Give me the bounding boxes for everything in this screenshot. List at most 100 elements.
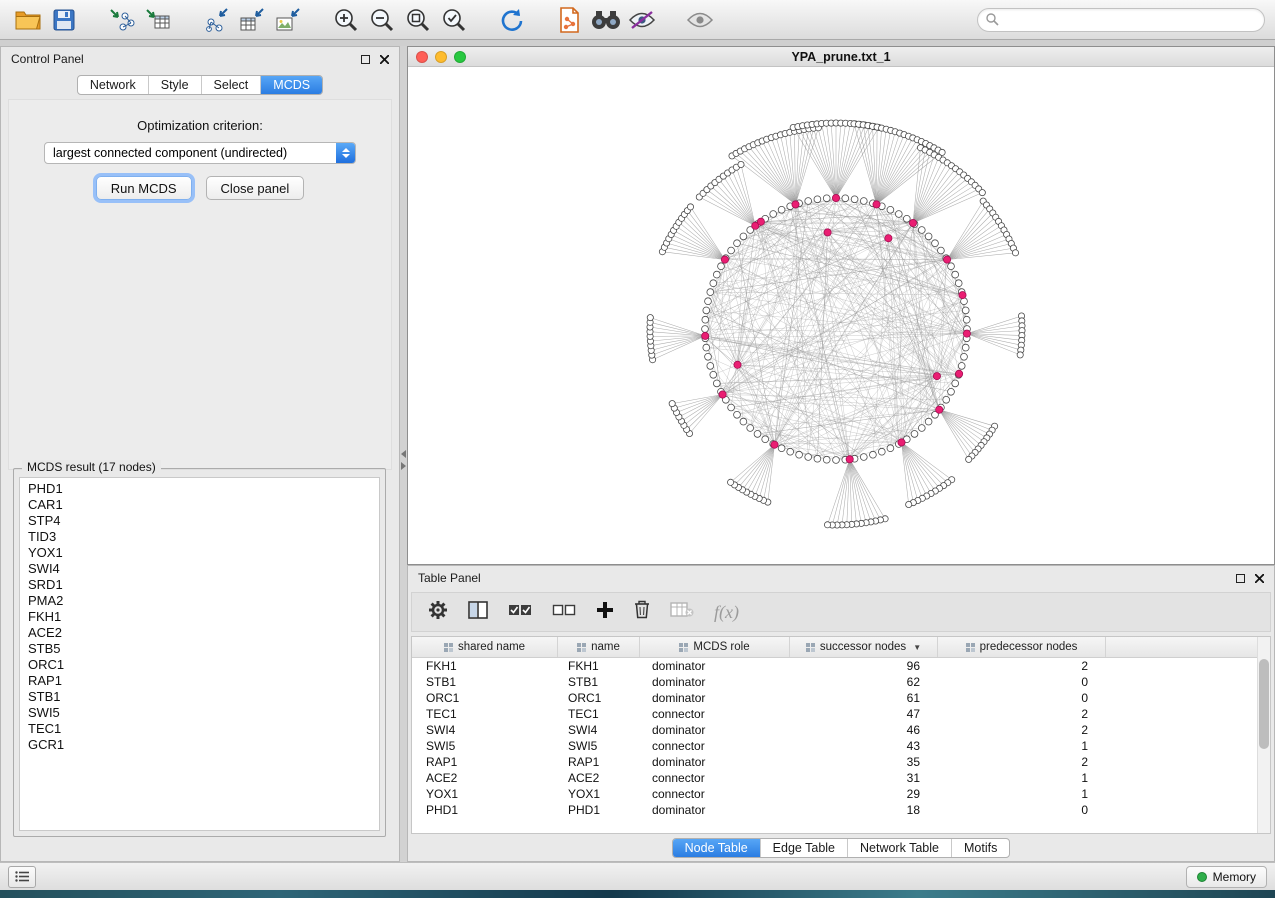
import-table-icon[interactable] [140,4,176,36]
open-folder-icon[interactable] [10,4,46,36]
zoom-out-icon[interactable] [364,4,400,36]
delete-column-icon[interactable] [634,600,650,624]
collapse-right-icon[interactable] [401,462,406,470]
table-cell[interactable]: PHD1 [412,803,558,817]
memory-button[interactable]: Memory [1186,866,1267,888]
table-cell[interactable]: 0 [938,803,1106,817]
tab-node-table[interactable]: Node Table [673,839,760,857]
table-row[interactable]: SWI5SWI5connector431 [412,738,1270,754]
table-cell[interactable]: FKH1 [558,659,640,673]
export-table-icon[interactable] [234,4,270,36]
zoom-fit-icon[interactable] [400,4,436,36]
table-cell[interactable]: SWI4 [412,723,558,737]
mcds-result-item[interactable]: PMA2 [20,593,379,609]
add-column-icon[interactable] [596,601,614,624]
mcds-result-item[interactable]: STB1 [20,689,379,705]
table-cell[interactable]: 61 [790,691,938,705]
table-row[interactable]: RAP1RAP1dominator352 [412,754,1270,770]
float-table-panel-icon[interactable] [1236,574,1245,583]
export-image-icon[interactable] [270,4,306,36]
save-icon[interactable] [46,4,82,36]
table-cell[interactable]: 46 [790,723,938,737]
table-row[interactable]: ACE2ACE2connector311 [412,770,1270,786]
mcds-result-item[interactable]: RAP1 [20,673,379,689]
table-cell[interactable]: STB1 [412,675,558,689]
network-canvas[interactable] [408,67,1274,565]
refresh-icon[interactable] [494,4,530,36]
column-header-predecessor-nodes[interactable]: predecessor nodes [938,637,1106,657]
run-mcds-button[interactable]: Run MCDS [96,176,192,200]
gear-icon[interactable] [428,600,448,625]
first-neighbors-icon[interactable] [588,4,624,36]
mcds-result-item[interactable]: FKH1 [20,609,379,625]
table-cell[interactable]: RAP1 [558,755,640,769]
export-network-icon[interactable] [198,4,234,36]
table-row[interactable]: PHD1PHD1dominator180 [412,802,1270,818]
table-row[interactable]: SWI4SWI4dominator462 [412,722,1270,738]
show-panels-menu-icon[interactable] [8,866,36,888]
table-cell[interactable]: connector [640,739,790,753]
table-cell[interactable]: SWI5 [558,739,640,753]
table-cell[interactable]: 2 [938,707,1106,721]
mcds-result-item[interactable]: YOX1 [20,545,379,561]
table-cell[interactable]: 1 [938,739,1106,753]
table-cell[interactable]: dominator [640,691,790,705]
select-all-icon[interactable] [508,602,532,623]
table-cell[interactable]: 2 [938,659,1106,673]
search-input[interactable] [1004,12,1256,28]
table-cell[interactable]: 43 [790,739,938,753]
table-cell[interactable]: 1 [938,787,1106,801]
table-row[interactable]: STB1STB1dominator620 [412,674,1270,690]
columns-icon[interactable] [468,601,488,624]
table-cell[interactable]: dominator [640,803,790,817]
tab-edge-table[interactable]: Edge Table [760,839,847,857]
optimization-criterion-dropdown[interactable]: largest connected component (undirected) [44,142,356,164]
table-cell[interactable]: 62 [790,675,938,689]
table-cell[interactable]: ACE2 [412,771,558,785]
tab-select[interactable]: Select [201,76,261,94]
table-cell[interactable]: dominator [640,659,790,673]
column-header-successor-nodes[interactable]: successor nodes▼ [790,637,938,657]
tab-motifs[interactable]: Motifs [951,839,1009,857]
mcds-result-item[interactable]: PHD1 [20,481,379,497]
mcds-result-item[interactable]: TID3 [20,529,379,545]
table-cell[interactable]: FKH1 [412,659,558,673]
new-network-from-selection-icon[interactable] [552,4,588,36]
sort-indicator-icon[interactable]: ▼ [913,643,921,652]
mcds-result-item[interactable]: ACE2 [20,625,379,641]
table-cell[interactable]: YOX1 [558,787,640,801]
table-cell[interactable]: 35 [790,755,938,769]
splitpane-divider[interactable] [400,46,407,862]
tab-mcds[interactable]: MCDS [260,76,322,94]
table-cell[interactable]: 31 [790,771,938,785]
table-cell[interactable]: RAP1 [412,755,558,769]
import-network-icon[interactable] [104,4,140,36]
table-cell[interactable]: 1 [938,771,1106,785]
mcds-result-item[interactable]: ORC1 [20,657,379,673]
close-panel-button[interactable]: Close panel [206,176,305,200]
table-cell[interactable]: 2 [938,755,1106,769]
column-header-shared-name[interactable]: shared name [412,637,558,657]
table-cell[interactable]: SWI4 [558,723,640,737]
zoom-selected-icon[interactable] [436,4,472,36]
search-box[interactable] [977,8,1265,32]
tab-network-table[interactable]: Network Table [847,839,951,857]
mcds-result-item[interactable]: TEC1 [20,721,379,737]
table-cell[interactable]: 96 [790,659,938,673]
mcds-result-item[interactable]: CAR1 [20,497,379,513]
table-cell[interactable]: ORC1 [412,691,558,705]
network-window-titlebar[interactable]: YPA_prune.txt_1 [408,47,1274,67]
table-cell[interactable]: 2 [938,723,1106,737]
table-row[interactable]: TEC1TEC1connector472 [412,706,1270,722]
table-cell[interactable]: STB1 [558,675,640,689]
close-table-panel-icon[interactable] [1255,574,1264,583]
mcds-result-item[interactable]: SWI4 [20,561,379,577]
table-cell[interactable]: SWI5 [412,739,558,753]
scrollbar-thumb[interactable] [1259,659,1269,749]
close-panel-icon[interactable] [380,55,389,64]
tab-network[interactable]: Network [78,76,148,94]
table-row[interactable]: ORC1ORC1dominator610 [412,690,1270,706]
table-cell[interactable]: connector [640,771,790,785]
table-cell[interactable]: dominator [640,675,790,689]
mcds-result-item[interactable]: STP4 [20,513,379,529]
